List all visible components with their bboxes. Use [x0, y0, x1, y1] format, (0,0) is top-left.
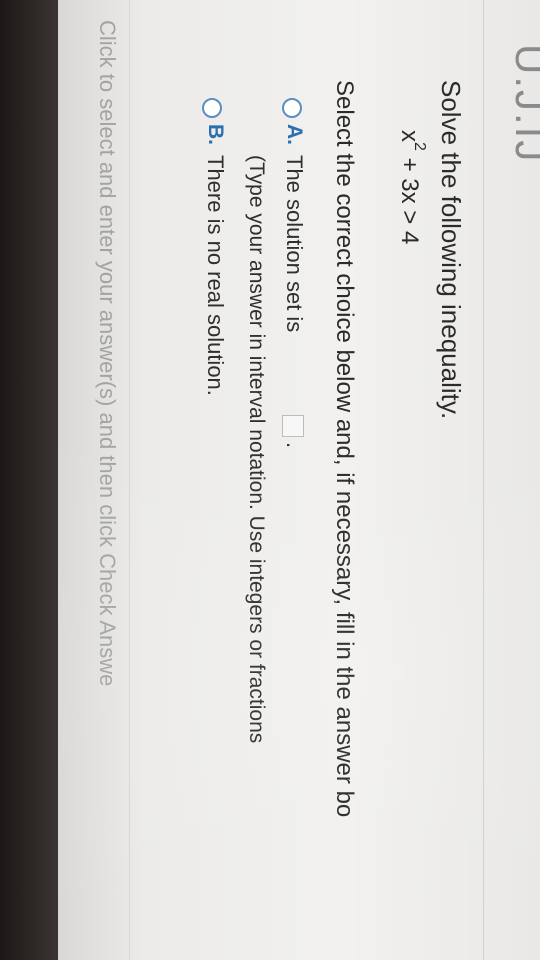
equation-exponent: 2 [411, 142, 428, 151]
instruction-text: Select the correct choice below and, if … [331, 80, 358, 818]
choice-b-letter[interactable]: B. [203, 124, 227, 145]
equation-rest: + 3x > 4 [396, 150, 423, 245]
choice-a-label[interactable]: The solution set is [281, 155, 307, 332]
answer-input[interactable] [282, 415, 304, 437]
choice-b-label[interactable]: There is no real solution. [202, 155, 228, 396]
question-panel: U.J.IJ Solve the following inequality. x… [0, 0, 540, 960]
choice-a-hint: (Type your answer in interval notation. … [245, 155, 268, 744]
equation-base: x [396, 130, 423, 142]
problem-number: U.J.IJ [507, 44, 540, 164]
choice-a-radio[interactable] [282, 98, 302, 118]
footer-instruction: Click to select and enter your answer(s)… [95, 20, 120, 687]
choice-a-letter[interactable]: A. [282, 124, 306, 145]
header-divider [483, 0, 484, 960]
choice-b-radio[interactable] [202, 98, 222, 118]
inequality-equation: x2 + 3x > 4 [395, 130, 428, 245]
choice-a-period: . [282, 442, 307, 449]
footer-divider [129, 0, 130, 960]
question-prompt: Solve the following inequality. [436, 80, 466, 420]
